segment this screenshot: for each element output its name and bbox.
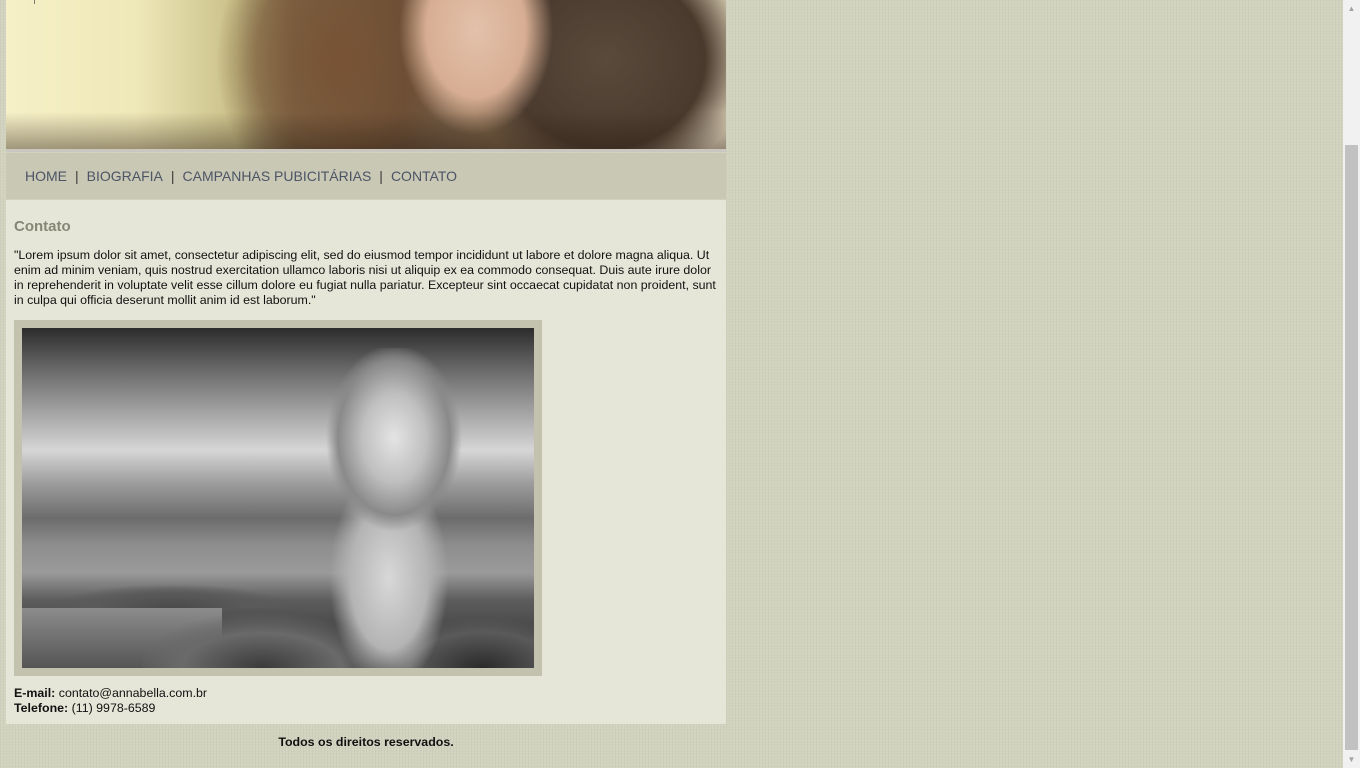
phone-label: Telefone: xyxy=(14,701,69,715)
content-area: Contato "Lorem ipsum dolor sit amet, con… xyxy=(6,200,726,724)
photo-frame xyxy=(14,320,542,676)
email-value: contato@annabella.com.br xyxy=(58,686,208,700)
nav-link-biografia[interactable]: BIOGRAFIA xyxy=(87,168,163,184)
nav-link-campanhas[interactable]: CAMPANHAS PUBICITÁRIAS xyxy=(183,168,372,184)
footer-text: Todos os direitos reservados. xyxy=(278,735,454,749)
nav-separator: | xyxy=(170,168,175,184)
phone-line: Telefone: (11) 9978-6589 xyxy=(14,701,718,716)
phone-value: (11) 9978-6589 xyxy=(71,701,156,715)
intro-paragraph: "Lorem ipsum dolor sit amet, consectetur… xyxy=(14,248,716,307)
vertical-scrollbar[interactable]: ▲ ▼ xyxy=(1343,0,1360,768)
email-line: E-mail: contato@annabella.com.br xyxy=(14,686,718,701)
photo-woman-figure xyxy=(294,348,494,668)
header-hero-image xyxy=(6,0,726,152)
scroll-down-arrow-icon[interactable]: ▼ xyxy=(1343,751,1360,768)
nav-separator: | xyxy=(75,168,79,184)
nav-link-home[interactable]: HOME xyxy=(25,168,67,184)
scroll-up-arrow-icon[interactable]: ▲ xyxy=(1343,0,1360,17)
contact-info: E-mail: contato@annabella.com.br Telefon… xyxy=(14,686,718,716)
main-navigation: HOME | BIOGRAFIA | CAMPANHAS PUBICITÁRIA… xyxy=(6,153,726,199)
hero-tick-mark xyxy=(34,0,35,4)
page-title: Contato xyxy=(14,218,71,235)
scrollbar-thumb[interactable] xyxy=(1345,145,1358,750)
hero-bottom-strip xyxy=(6,149,726,152)
contact-photo xyxy=(22,328,534,668)
page-wrapper: HOME | BIOGRAFIA | CAMPANHAS PUBICITÁRIA… xyxy=(6,0,726,724)
email-label: E-mail: xyxy=(14,686,56,700)
nav-link-contato[interactable]: CONTATO xyxy=(391,168,457,184)
nav-separator: | xyxy=(379,168,383,184)
hero-shade xyxy=(6,112,726,152)
